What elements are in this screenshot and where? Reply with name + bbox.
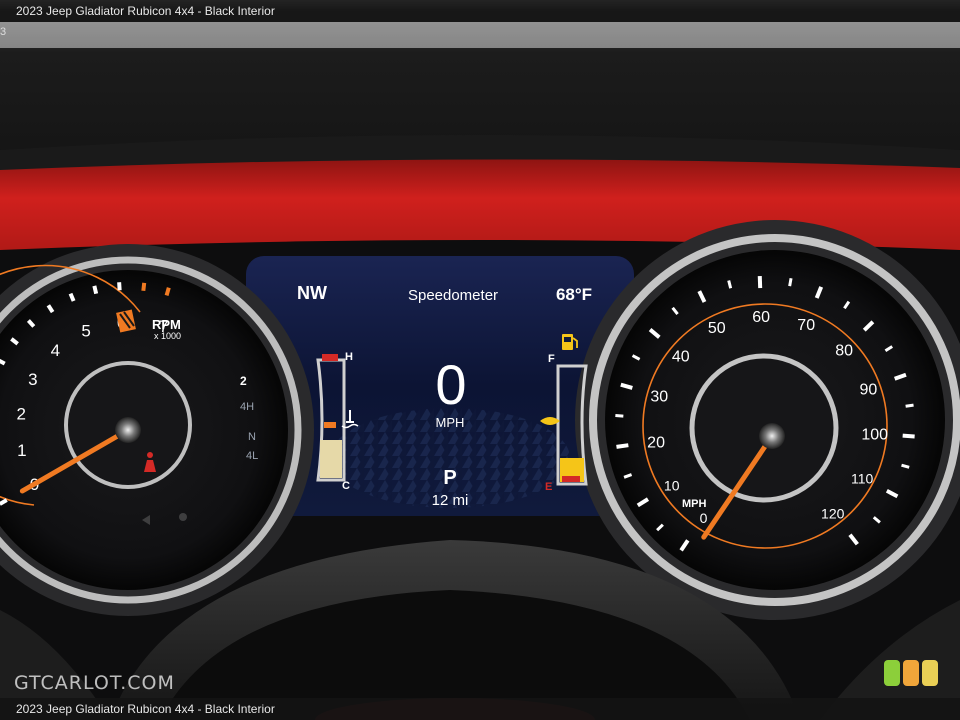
- speedo-unit-label: MPH: [682, 498, 707, 510]
- tach-label-4: 4: [51, 341, 60, 360]
- gear-indicator: P: [443, 467, 456, 489]
- caption-bar-bottom: 2023 Jeep Gladiator Rubicon 4x4 - Black …: [0, 698, 960, 720]
- speedo-label-0: 0: [700, 510, 708, 526]
- digital-speed-unit: MPH: [436, 415, 465, 430]
- speedo-tick: [902, 433, 915, 439]
- speedo-label-100: 100: [861, 427, 888, 444]
- screen-title: Speedometer: [408, 287, 498, 304]
- temp-low-label: C: [342, 480, 350, 492]
- tach-label-5: 5: [81, 321, 90, 340]
- fuel-full-label: F: [548, 353, 555, 365]
- brand-logo: [884, 660, 938, 686]
- tach-tick: [141, 282, 147, 292]
- speedo-tick: [905, 403, 914, 408]
- brand-dot-yellow: [922, 660, 938, 686]
- drive-mode-4h: 4H: [240, 401, 254, 413]
- tach-tick: [92, 285, 99, 295]
- tach-tick: [164, 287, 171, 296]
- speedo-label-40: 40: [672, 348, 690, 365]
- speedo-tick: [727, 280, 733, 289]
- drive-mode-n: N: [248, 431, 256, 443]
- tach-label-3: 3: [28, 370, 37, 389]
- speedo-label-90: 90: [859, 381, 877, 398]
- caption-bar-top: 2023 Jeep Gladiator Rubicon 4x4 - Black …: [0, 0, 960, 22]
- speedo-hub: [759, 423, 785, 449]
- speedo-label-60: 60: [752, 309, 770, 326]
- tach-unit-label: RPM: [152, 317, 181, 332]
- speedo-label-50: 50: [708, 320, 726, 337]
- speedo-tick: [616, 443, 629, 449]
- speedo-label-70: 70: [797, 317, 815, 334]
- speedo-label-30: 30: [650, 389, 668, 406]
- speedo-label-80: 80: [835, 343, 853, 360]
- digital-speed: 0: [435, 353, 466, 416]
- site-watermark: GTCARLOT.COM: [14, 672, 175, 694]
- drive-mode-2: 2: [240, 374, 247, 388]
- compass-heading: NW: [297, 283, 327, 303]
- brand-dot-green: [884, 660, 900, 686]
- speedo-label-10: 10: [664, 477, 680, 493]
- temp-high-label: H: [345, 351, 353, 363]
- tach-hub: [115, 417, 141, 443]
- outside-temperature: 68°F: [556, 285, 592, 304]
- fuel-empty-label: E: [545, 481, 552, 493]
- caption-text-top: 2023 Jeep Gladiator Rubicon 4x4 - Black …: [16, 4, 275, 18]
- speedo-label-20: 20: [647, 434, 665, 451]
- speedo-tick: [788, 278, 793, 287]
- speedo-tick: [615, 414, 624, 418]
- corner-mark: 3: [0, 26, 7, 38]
- speedo-label-120: 120: [821, 506, 845, 522]
- speedo-label-110: 110: [851, 471, 874, 487]
- tach-multiplier-label: x 1000: [154, 331, 181, 341]
- speedo-tick: [901, 463, 910, 469]
- caption-text-bottom: 2023 Jeep Gladiator Rubicon 4x4 - Black …: [16, 702, 275, 716]
- tach-label-2: 2: [17, 404, 26, 423]
- drive-mode-4l: 4L: [246, 450, 258, 462]
- brand-dot-orange: [903, 660, 919, 686]
- instrument-cluster-photo: 01234567 0102030405060708090100110120 RP…: [0, 0, 960, 720]
- tach-label-1: 1: [17, 441, 26, 460]
- speedometer-gauge: [575, 220, 960, 620]
- odometer: 12 mi: [432, 492, 469, 509]
